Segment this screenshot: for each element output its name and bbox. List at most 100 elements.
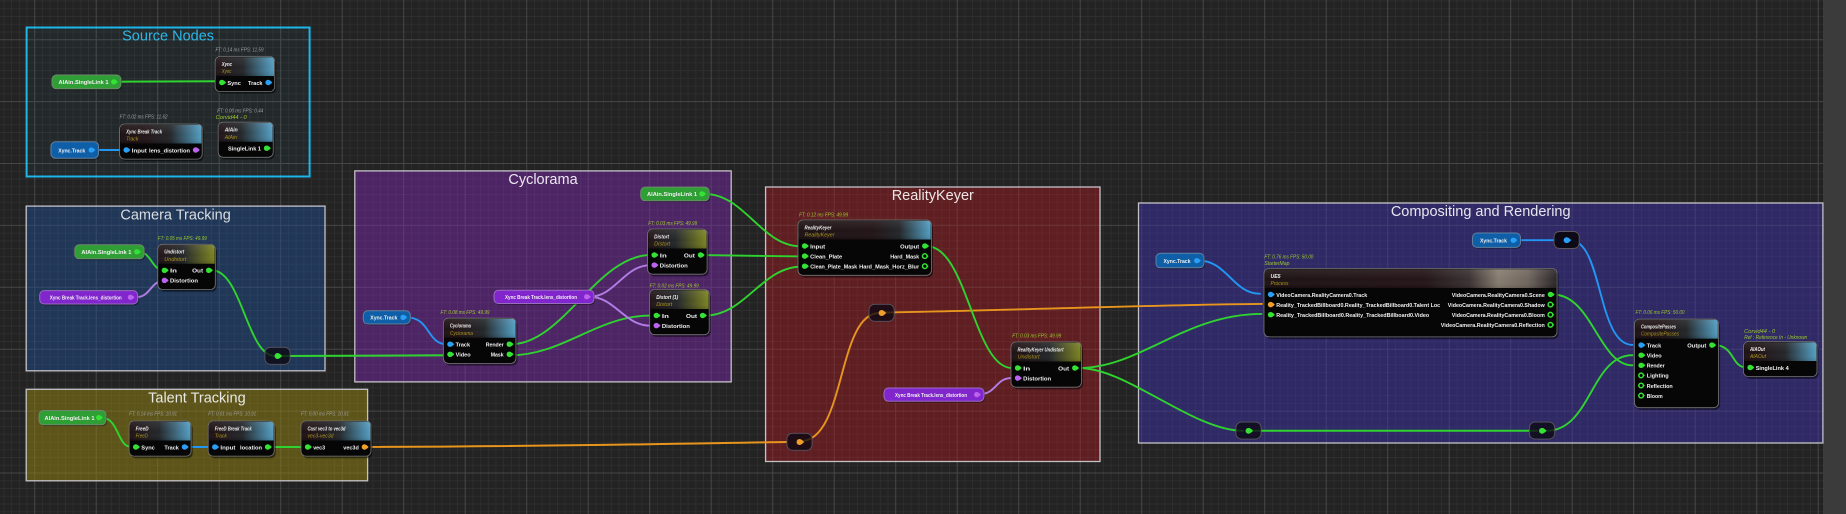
svg-text:Distort: Distort bbox=[654, 234, 670, 240]
svg-text:Clean_Plate: Clean_Plate bbox=[810, 254, 842, 260]
svg-text:Corvid44 - 0: Corvid44 - 0 bbox=[216, 115, 247, 121]
svg-text:Distort (1): Distort (1) bbox=[656, 295, 678, 301]
svg-text:Talent Tracking: Talent Tracking bbox=[148, 391, 246, 407]
svg-text:VideoCamera.RealityCamera0.Sce: VideoCamera.RealityCamera0.Scene bbox=[1452, 293, 1545, 299]
svg-text:AIAin: AIAin bbox=[224, 128, 238, 134]
svg-text:Out: Out bbox=[1058, 366, 1069, 372]
svg-text:Distortion: Distortion bbox=[170, 279, 199, 285]
svg-text:Mask: Mask bbox=[491, 353, 505, 359]
svg-text:Distortion: Distortion bbox=[662, 324, 691, 330]
svg-text:Xync Break Track.lens_distorti: Xync Break Track.lens_distortion bbox=[505, 295, 577, 301]
svg-text:Track: Track bbox=[248, 81, 263, 87]
svg-text:In: In bbox=[662, 314, 670, 320]
svg-text:FT: 0.02 ms FPS: 11.62: FT: 0.02 ms FPS: 11.62 bbox=[120, 115, 168, 121]
svg-text:Xync Break Track.lens_distorti: Xync Break Track.lens_distortion bbox=[50, 296, 122, 302]
svg-text:Track: Track bbox=[456, 343, 471, 349]
svg-text:Xync.Track: Xync.Track bbox=[1480, 239, 1508, 245]
svg-text:Video: Video bbox=[1647, 354, 1663, 360]
svg-text:Out: Out bbox=[684, 253, 695, 259]
svg-text:FT: 0.14 ms FPS: 11.59: FT: 0.14 ms FPS: 11.59 bbox=[216, 47, 264, 53]
svg-text:Track: Track bbox=[164, 445, 179, 451]
svg-text:UE5: UE5 bbox=[1271, 274, 1282, 280]
svg-text:CompositePasses: CompositePasses bbox=[1641, 332, 1679, 338]
svg-text:Corvid44 - 0: Corvid44 - 0 bbox=[1744, 329, 1775, 335]
svg-text:Xync: Xync bbox=[221, 62, 233, 68]
svg-text:vec3d: vec3d bbox=[343, 445, 359, 451]
svg-text:VideoCamera.RealityCamera0.Ref: VideoCamera.RealityCamera0.Reflection bbox=[1441, 323, 1546, 329]
svg-text:AIAOut: AIAOut bbox=[1749, 347, 1766, 353]
svg-text:FT: 0.00 ms FPS: 0.44: FT: 0.00 ms FPS: 0.44 bbox=[217, 108, 263, 114]
svg-text:SingleLink 4: SingleLink 4 bbox=[1756, 366, 1790, 372]
svg-text:FT: 0.05 ms FPS: 49.99: FT: 0.05 ms FPS: 49.99 bbox=[158, 236, 207, 242]
svg-text:Undistort: Undistort bbox=[1018, 355, 1040, 361]
svg-text:RealityKeyer: RealityKeyer bbox=[805, 225, 833, 231]
svg-text:FT: 0.00 ms FPS: 10.91: FT: 0.00 ms FPS: 10.91 bbox=[301, 412, 349, 418]
svg-text:Render: Render bbox=[486, 343, 505, 349]
svg-text:AIAin.SingleLink 1: AIAin.SingleLink 1 bbox=[59, 80, 110, 86]
svg-text:FT: 0.12 ms FPS: 49.99: FT: 0.12 ms FPS: 49.99 bbox=[799, 212, 848, 218]
svg-text:Xync.Track: Xync.Track bbox=[58, 148, 86, 154]
svg-text:SingleLink 1: SingleLink 1 bbox=[228, 147, 261, 153]
svg-text:FreeD Break Track: FreeD Break Track bbox=[215, 426, 253, 432]
svg-text:Reality_TrackedBillboard0.Real: Reality_TrackedBillboard0.Reality_Tracke… bbox=[1276, 313, 1430, 319]
svg-text:Track: Track bbox=[1647, 343, 1662, 349]
svg-text:vec3: vec3 bbox=[313, 445, 325, 451]
svg-text:Distortion: Distortion bbox=[660, 263, 689, 269]
svg-text:Input: Input bbox=[810, 244, 825, 250]
svg-text:Distortion: Distortion bbox=[1023, 376, 1052, 382]
svg-text:Lighting: Lighting bbox=[1647, 374, 1670, 380]
svg-text:Track: Track bbox=[126, 137, 139, 143]
svg-text:AIAin.SingleLink 1: AIAin.SingleLink 1 bbox=[647, 192, 698, 198]
svg-text:FT: 0.01 ms FPS: 10.91: FT: 0.01 ms FPS: 10.91 bbox=[208, 412, 256, 418]
svg-text:CompositePasses: CompositePasses bbox=[1641, 324, 1676, 330]
svg-text:StarterMap: StarterMap bbox=[1264, 261, 1289, 267]
svg-text:Cyclorama: Cyclorama bbox=[450, 331, 473, 337]
svg-text:lens_distortion: lens_distortion bbox=[149, 148, 191, 154]
svg-text:Output: Output bbox=[1687, 343, 1706, 349]
svg-text:Distort: Distort bbox=[656, 302, 672, 308]
svg-text:FreeD: FreeD bbox=[136, 434, 148, 440]
svg-text:FT: 0.76 ms FPS: 50.00: FT: 0.76 ms FPS: 50.00 bbox=[1264, 255, 1313, 261]
svg-text:Hard_Mask_Horz_Blur: Hard_Mask_Horz_Blur bbox=[859, 265, 920, 271]
svg-text:Distort: Distort bbox=[654, 242, 670, 248]
svg-text:Clean_Plate_Mask: Clean_Plate_Mask bbox=[810, 265, 858, 271]
svg-text:Out: Out bbox=[192, 269, 203, 275]
svg-text:Xync Break Track: Xync Break Track bbox=[125, 129, 162, 135]
svg-text:Undistort: Undistort bbox=[164, 257, 186, 263]
svg-text:Xync.Track: Xync.Track bbox=[1164, 259, 1192, 265]
svg-text:AIAin: AIAin bbox=[224, 135, 237, 141]
svg-text:Output: Output bbox=[900, 244, 919, 250]
svg-text:vec3-vec3d: vec3-vec3d bbox=[308, 434, 335, 440]
svg-text:VideoCamera.RealityCamera0.Tra: VideoCamera.RealityCamera0.Track bbox=[1276, 293, 1368, 299]
svg-text:Process: Process bbox=[1271, 281, 1289, 287]
svg-text:Track: Track bbox=[215, 434, 228, 440]
svg-text:RealityKeyer: RealityKeyer bbox=[805, 233, 836, 239]
svg-text:Out: Out bbox=[686, 314, 697, 320]
svg-text:Cyclorama: Cyclorama bbox=[450, 324, 471, 330]
svg-text:FreeD: FreeD bbox=[136, 426, 149, 432]
svg-text:FT: 0.06 ms FPS: 50.00: FT: 0.06 ms FPS: 50.00 bbox=[1636, 310, 1685, 316]
svg-text:AIAin.SingleLink 1: AIAin.SingleLink 1 bbox=[81, 250, 132, 256]
svg-text:VideoCamera.RealityCamera0.Sha: VideoCamera.RealityCamera0.Shadow bbox=[1448, 303, 1546, 309]
svg-text:Ref : Reference In - Unknown: Ref : Reference In - Unknown bbox=[1744, 335, 1807, 341]
svg-text:AIAOut: AIAOut bbox=[1749, 354, 1766, 360]
svg-text:Sync: Sync bbox=[227, 81, 241, 87]
svg-text:In: In bbox=[170, 269, 178, 275]
svg-text:FT: 0.02 ms FPS: 49.99: FT: 0.02 ms FPS: 49.99 bbox=[650, 283, 699, 289]
svg-text:Reflection: Reflection bbox=[1647, 384, 1674, 390]
svg-text:Hard_Mask: Hard_Mask bbox=[890, 254, 920, 260]
svg-text:Input: Input bbox=[220, 445, 235, 451]
svg-text:location: location bbox=[240, 445, 263, 451]
svg-text:AIAin.SingleLink 1: AIAin.SingleLink 1 bbox=[45, 416, 96, 422]
svg-text:FT: 0.14 ms FPS: 10.91: FT: 0.14 ms FPS: 10.91 bbox=[129, 412, 177, 418]
svg-text:Sync: Sync bbox=[141, 445, 155, 451]
svg-text:In: In bbox=[660, 253, 668, 259]
svg-text:VideoCamera.RealityCamera0.Blo: VideoCamera.RealityCamera0.Bloom bbox=[1452, 313, 1545, 319]
svg-text:FT: 0.03 ms FPS: 49.99: FT: 0.03 ms FPS: 49.99 bbox=[1012, 334, 1061, 340]
svg-text:Cast vec3 to vec3d: Cast vec3 to vec3d bbox=[308, 426, 346, 432]
svg-text:Undistort: Undistort bbox=[164, 250, 185, 256]
svg-text:Render: Render bbox=[1647, 364, 1666, 370]
svg-text:Bloom: Bloom bbox=[1647, 394, 1663, 400]
svg-text:Xync: Xync bbox=[221, 69, 232, 75]
svg-text:In: In bbox=[1023, 366, 1031, 372]
